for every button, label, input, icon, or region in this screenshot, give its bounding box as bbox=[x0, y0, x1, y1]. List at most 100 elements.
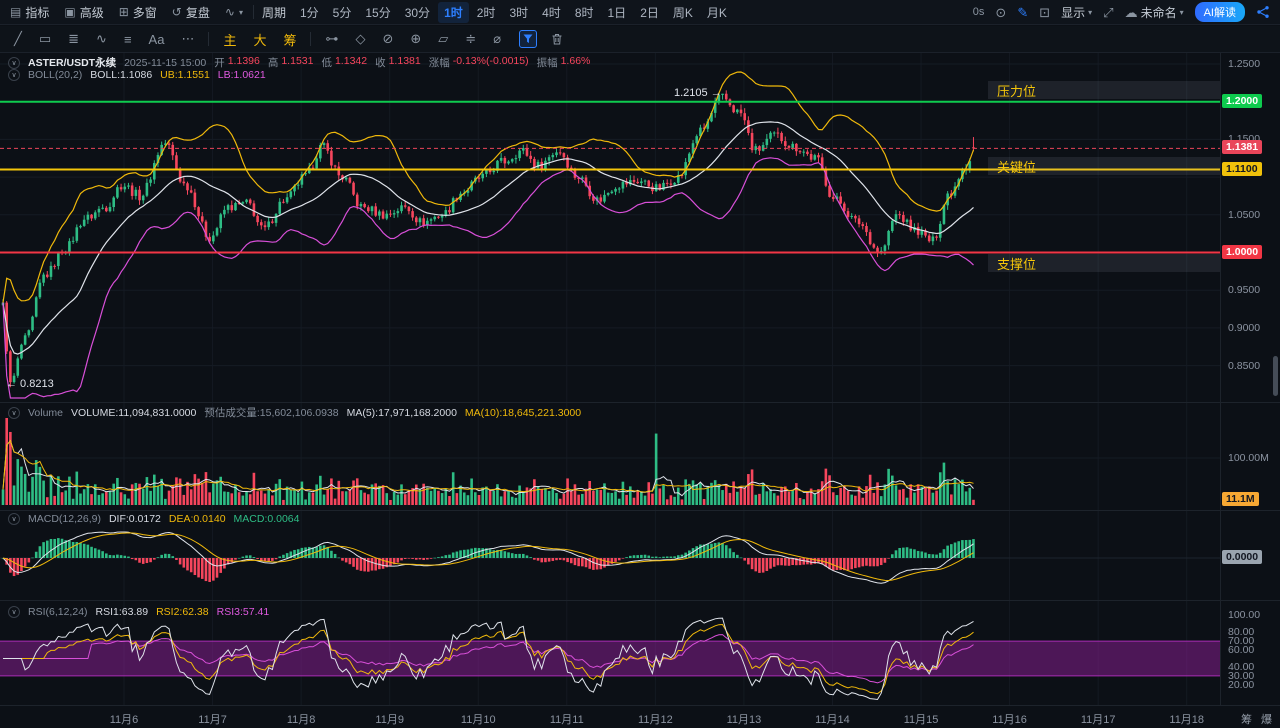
funnel-icon bbox=[523, 34, 533, 44]
text-tool-icon[interactable]: Aa bbox=[149, 32, 165, 47]
chart-canvas[interactable] bbox=[0, 53, 1280, 705]
support-text: 支撑位 bbox=[997, 254, 1036, 273]
collapse-volume-pane-icon[interactable]: ∨ bbox=[8, 407, 20, 419]
funnel-filter-button[interactable] bbox=[519, 30, 537, 48]
time-tick: 11月12 bbox=[638, 711, 673, 727]
top-toolbar: ▤指标▣高级⊞多窗↺复盘∿▾ 周期 1分5分15分30分1时2时3时4时8时1日… bbox=[0, 0, 1280, 25]
rsi-axis-tick: 20.00 bbox=[1228, 679, 1254, 691]
timeframe-周K[interactable]: 周K bbox=[667, 2, 699, 23]
ai-analysis-button[interactable]: AI解读 bbox=[1195, 2, 1245, 22]
collapse-rsi-pane-icon[interactable]: ∨ bbox=[8, 606, 20, 618]
edit-pencil-icon[interactable]: ✎ bbox=[1017, 6, 1028, 19]
menu-indicators[interactable]: ▤ 指标 bbox=[10, 4, 49, 21]
display-label: 显示 bbox=[1061, 4, 1085, 21]
time-tick: 11月6 bbox=[110, 711, 139, 727]
layout-icon[interactable]: ⊡ bbox=[1039, 6, 1050, 19]
collapse-boll-icon[interactable]: ∨ bbox=[8, 69, 20, 81]
time-tick: 11月16 bbox=[992, 711, 1027, 727]
magnet-icon[interactable]: ⊘ bbox=[382, 31, 393, 47]
menu-replay[interactable]: ↺复盘 bbox=[172, 4, 210, 21]
menu-multi-window[interactable]: ⊞多窗 bbox=[119, 4, 157, 21]
drawing-toolbar: ╱ ▭ ≣ ∿ ≡ Aa ⋯ 主大筹 ⊶ ◇ ⊘ ⊕ ▱ ≑ ⌀ bbox=[0, 26, 1280, 53]
advanced-icon: ▣ bbox=[64, 5, 75, 19]
chart-style-button[interactable]: ∿▾ bbox=[225, 5, 243, 19]
key-level-label[interactable]: 关键位 bbox=[988, 157, 1220, 175]
timeframe-1分[interactable]: 1分 bbox=[294, 2, 325, 23]
macd-zero-badge: 0.0000 bbox=[1222, 550, 1262, 564]
menu-label: 复盘 bbox=[186, 4, 210, 21]
volume-badge: 11.1M bbox=[1222, 492, 1259, 506]
collapse-macd-pane-icon[interactable]: ∨ bbox=[8, 513, 20, 525]
chevron-down-icon: ▾ bbox=[1088, 8, 1092, 17]
support-level-label[interactable]: 支撑位 bbox=[988, 254, 1220, 272]
price-axis[interactable]: 1.25001.15001.05000.95000.90000.8500100.… bbox=[1221, 53, 1280, 705]
more-tools-icon[interactable]: ⋯ bbox=[181, 31, 194, 47]
trash-icon[interactable] bbox=[551, 33, 563, 46]
price-tick: 0.9000 bbox=[1228, 322, 1260, 334]
timeframe-2日[interactable]: 2日 bbox=[634, 2, 665, 23]
time-tick: 11月17 bbox=[1081, 711, 1116, 727]
resistance-level-label[interactable]: 压力位 bbox=[988, 81, 1220, 99]
fib-icon[interactable]: ◇ bbox=[355, 31, 365, 47]
time-tick: 11月18 bbox=[1169, 711, 1204, 727]
menu-group: ▤ 指标 ▣ 高级 ⊞多窗 ↺复盘 ∿▾ bbox=[0, 4, 253, 21]
timeframe-月K[interactable]: 月K bbox=[701, 2, 733, 23]
timeframe-5分[interactable]: 5分 bbox=[327, 2, 358, 23]
rect-tool-icon[interactable]: ▭ bbox=[39, 31, 51, 47]
measure-icon[interactable]: ⊶ bbox=[325, 31, 338, 47]
share-icon[interactable] bbox=[1256, 5, 1270, 19]
period-label: 周期 bbox=[262, 4, 286, 21]
layout-name: 未命名 bbox=[1141, 4, 1177, 21]
shape-icon[interactable]: ▱ bbox=[438, 31, 448, 47]
cloud-icon: ☁ bbox=[1125, 6, 1138, 19]
indicators-icon: ▤ bbox=[10, 5, 21, 19]
price-level-badge: 1.1100 bbox=[1222, 162, 1262, 176]
chips-toggle[interactable]: 筹 bbox=[1241, 711, 1252, 727]
circle-tool-icon[interactable]: ⌀ bbox=[493, 31, 501, 47]
multi-window-icon: ⊞ bbox=[119, 5, 129, 19]
timeframe-4时[interactable]: 4时 bbox=[536, 2, 567, 23]
timeframe-2时[interactable]: 2时 bbox=[471, 2, 502, 23]
timeframe-1日[interactable]: 1日 bbox=[602, 2, 633, 23]
wave-tool-icon[interactable]: ∿ bbox=[96, 31, 107, 47]
hlines-tool-icon[interactable]: ≣ bbox=[68, 31, 79, 47]
wave-icon: ∿ bbox=[225, 5, 235, 19]
menu-label: 指标 bbox=[25, 4, 49, 21]
draw-extra-group: ⊶ ◇ ⊘ ⊕ ▱ ≑ ⌀ bbox=[311, 31, 515, 47]
toolbar-right: 0s ⊙ ✎ ⊡ 显示 ▾ ⤢ ☁ 未命名 ▾ AI解读 bbox=[973, 2, 1280, 22]
camera-icon[interactable]: ⊙ bbox=[995, 6, 1006, 19]
timeframe-15分[interactable]: 15分 bbox=[359, 2, 396, 23]
timeframe-30分[interactable]: 30分 bbox=[399, 2, 436, 23]
main-chart-button[interactable]: 主 bbox=[223, 30, 236, 49]
low-price-annotation: ← 0.8213 bbox=[6, 378, 54, 390]
chevron-down-icon: ▾ bbox=[1180, 8, 1184, 17]
price-tick: 0.8500 bbox=[1228, 360, 1260, 372]
rsi-axis-tick: 60.00 bbox=[1228, 644, 1254, 656]
timeframe-1时[interactable]: 1时 bbox=[438, 2, 469, 23]
ruler-icon[interactable]: ≑ bbox=[465, 31, 476, 47]
rsi-axis-tick: 100.00 bbox=[1228, 609, 1260, 621]
display-menu[interactable]: 显示 ▾ bbox=[1061, 4, 1092, 21]
liquidation-toggle[interactable]: 爆 bbox=[1261, 711, 1272, 727]
chips-button[interactable]: 筹 bbox=[283, 30, 296, 49]
add-drawing-icon[interactable]: ⊕ bbox=[410, 31, 421, 47]
menu-advanced[interactable]: ▣ 高级 bbox=[64, 4, 103, 21]
line-tool-icon[interactable]: ╱ bbox=[14, 31, 22, 47]
timeframe-3时[interactable]: 3时 bbox=[503, 2, 534, 23]
list-tool-icon[interactable]: ≡ bbox=[124, 32, 132, 47]
large-chart-button[interactable]: 大 bbox=[253, 30, 266, 49]
layout-name-menu[interactable]: ☁ 未命名 ▾ bbox=[1125, 4, 1184, 21]
scrollbar-thumb[interactable] bbox=[1273, 356, 1278, 396]
fullscreen-icon[interactable]: ⤢ bbox=[1103, 6, 1113, 19]
price-tick: 1.2500 bbox=[1228, 58, 1260, 70]
timeframe-8时[interactable]: 8时 bbox=[569, 2, 600, 23]
corner-toggle-group: 筹爆 bbox=[1241, 711, 1272, 727]
price-tick: 1.0500 bbox=[1228, 209, 1260, 221]
time-tick: 11月8 bbox=[287, 711, 316, 727]
time-axis[interactable]: 筹爆 11月611月711月811月911月1011月1111月1211月131… bbox=[0, 705, 1280, 728]
timer-label: 0s bbox=[973, 6, 985, 18]
price-level-badge: 1.1381 bbox=[1222, 140, 1262, 154]
time-tick: 11月13 bbox=[727, 711, 762, 727]
collapse-price-pane-icon[interactable]: ∨ bbox=[8, 57, 20, 69]
menu-label: 高级 bbox=[80, 4, 104, 21]
